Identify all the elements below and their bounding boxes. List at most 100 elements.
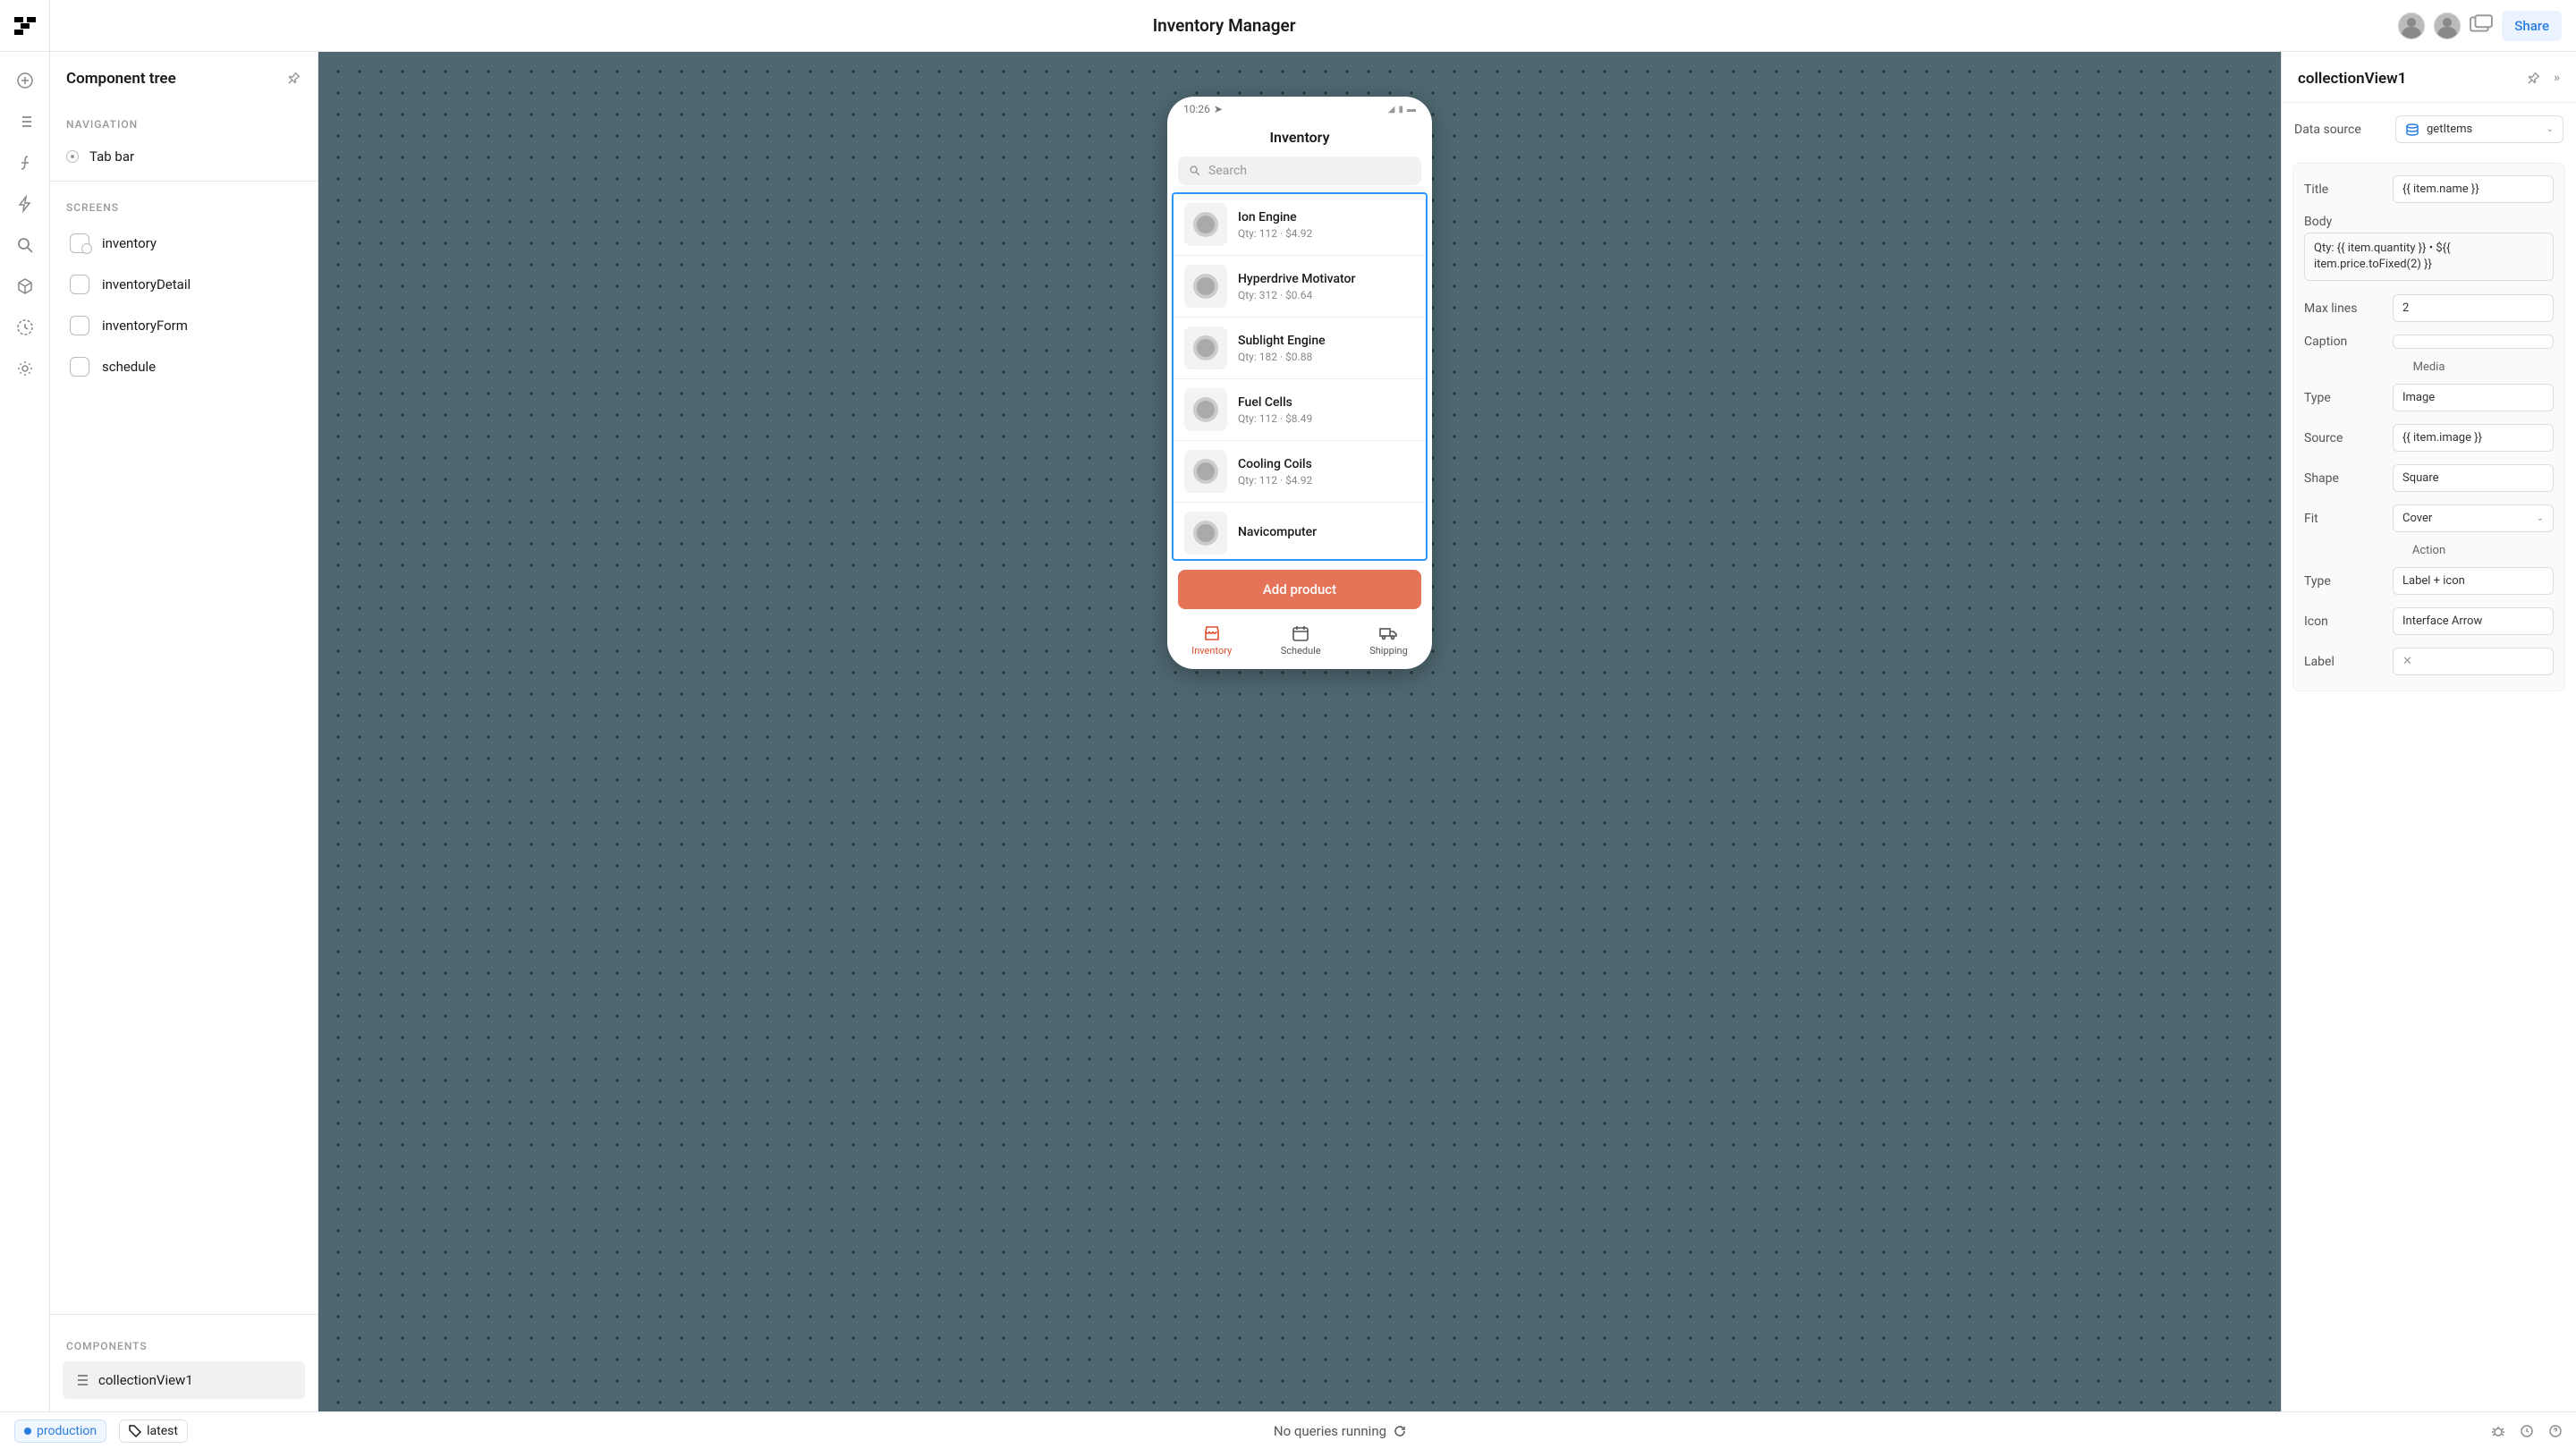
search-glyph-icon bbox=[1189, 165, 1201, 177]
pin-icon[interactable] bbox=[2521, 67, 2544, 89]
component-collectionView1[interactable]: collectionView1 bbox=[63, 1361, 305, 1399]
tab-label: Schedule bbox=[1281, 645, 1321, 657]
list-item[interactable]: Ion Engine Qty: 112 · $4.92 bbox=[1174, 194, 1426, 256]
gear-icon[interactable] bbox=[16, 360, 34, 377]
datasource-select[interactable]: getItems ⌄ bbox=[2395, 115, 2563, 143]
item-thumbnail bbox=[1184, 512, 1227, 555]
list-item[interactable]: Hyperdrive Motivator Qty: 312 · $0.64 bbox=[1174, 256, 1426, 318]
item-thumbnail bbox=[1184, 326, 1227, 369]
title-input[interactable]: {{ item.name }} bbox=[2393, 175, 2554, 203]
screen-inventory[interactable]: inventory bbox=[50, 223, 318, 264]
inspector-title: collectionView1 bbox=[2298, 70, 2406, 88]
caption-input[interactable] bbox=[2393, 335, 2554, 349]
body-input[interactable]: Qty: {{ item.quantity }} • ${{ item.pric… bbox=[2304, 233, 2554, 281]
add-product-button[interactable]: Add product bbox=[1178, 570, 1421, 609]
nav-item-label: Tab bar bbox=[89, 148, 134, 165]
search-input[interactable]: Search bbox=[1178, 157, 1421, 185]
env-dot-icon bbox=[24, 1428, 31, 1435]
list-item[interactable]: Fuel Cells Qty: 112 · $8.49 bbox=[1174, 379, 1426, 441]
action-group-header: Action bbox=[2293, 538, 2564, 561]
list-glyph-icon bbox=[73, 1374, 89, 1386]
status-icons: ◢▮▬ bbox=[1388, 105, 1416, 114]
screen-inventoryDetail[interactable]: inventoryDetail bbox=[50, 264, 318, 305]
action-icon-label: Icon bbox=[2304, 614, 2328, 629]
item-subtitle: Qty: 312 · $0.64 bbox=[1238, 289, 1355, 301]
queries-status: No queries running bbox=[1274, 1423, 1386, 1439]
item-subtitle: Qty: 182 · $0.88 bbox=[1238, 351, 1326, 363]
screen-label: inventoryForm bbox=[102, 318, 188, 334]
version-label: latest bbox=[147, 1424, 178, 1438]
phone-screen-title: Inventory bbox=[1167, 122, 1432, 157]
tab-label: Inventory bbox=[1191, 645, 1232, 657]
tab-label: Shipping bbox=[1369, 645, 1408, 657]
list-item[interactable]: Navicomputer bbox=[1174, 503, 1426, 561]
search-icon[interactable] bbox=[16, 236, 34, 254]
database-icon bbox=[2405, 123, 2419, 136]
refresh-icon[interactable] bbox=[1394, 1425, 1406, 1437]
screen-inventoryForm[interactable]: inventoryForm bbox=[50, 305, 318, 346]
list-icon[interactable] bbox=[16, 113, 34, 131]
tab-inventory[interactable]: Inventory bbox=[1191, 625, 1232, 657]
pin-icon[interactable] bbox=[282, 67, 304, 89]
tab-shipping[interactable]: Shipping bbox=[1369, 625, 1408, 657]
action-label-label: Label bbox=[2304, 655, 2334, 669]
component-label: collectionView1 bbox=[98, 1372, 193, 1388]
media-fit-select[interactable]: Cover ⌄ bbox=[2393, 504, 2554, 532]
screen-label: inventoryDetail bbox=[102, 276, 191, 292]
list-item[interactable]: Cooling Coils Qty: 112 · $4.92 bbox=[1174, 441, 1426, 503]
bolt-icon[interactable] bbox=[16, 195, 34, 213]
location-arrow-icon: ➤ bbox=[1214, 103, 1223, 115]
app-logo[interactable] bbox=[0, 0, 50, 51]
datasource-label: Data source bbox=[2294, 123, 2361, 137]
action-type-label: Type bbox=[2304, 574, 2331, 589]
env-pill[interactable]: production bbox=[14, 1419, 106, 1443]
add-icon[interactable] bbox=[16, 72, 34, 89]
media-type-select[interactable]: Image bbox=[2393, 384, 2554, 411]
left-panel-title: Component tree bbox=[66, 70, 176, 88]
store-icon bbox=[1203, 625, 1221, 641]
share-button[interactable]: Share bbox=[2502, 11, 2562, 41]
chevron-down-icon: ⌄ bbox=[2546, 124, 2554, 134]
clock-icon[interactable] bbox=[2521, 1425, 2533, 1437]
item-subtitle: Qty: 112 · $4.92 bbox=[1238, 227, 1312, 240]
screens-label: SCREENS bbox=[50, 189, 318, 223]
search-placeholder: Search bbox=[1208, 164, 1247, 178]
action-type-select[interactable]: Label + icon bbox=[2393, 567, 2554, 595]
maxlines-input[interactable]: 2 bbox=[2393, 294, 2554, 322]
screen-schedule[interactable]: schedule bbox=[50, 346, 318, 387]
maxlines-label: Max lines bbox=[2304, 301, 2357, 316]
bug-icon[interactable] bbox=[2492, 1425, 2504, 1437]
item-name: Sublight Engine bbox=[1238, 334, 1326, 348]
item-thumbnail bbox=[1184, 388, 1227, 431]
history-icon[interactable] bbox=[16, 318, 34, 336]
item-thumbnail bbox=[1184, 450, 1227, 493]
preview-icon[interactable] bbox=[2470, 14, 2493, 38]
version-pill[interactable]: latest bbox=[119, 1419, 188, 1443]
nav-item-tabbar[interactable]: Tab bar bbox=[50, 140, 318, 174]
help-icon[interactable] bbox=[2549, 1425, 2562, 1437]
list-item[interactable]: Sublight Engine Qty: 182 · $0.88 bbox=[1174, 318, 1426, 379]
item-name: Fuel Cells bbox=[1238, 395, 1312, 410]
datasource-value: getItems bbox=[2427, 123, 2472, 136]
chevron-down-icon: ⌄ bbox=[2537, 513, 2544, 523]
media-shape-select[interactable]: Square bbox=[2393, 464, 2554, 492]
function-icon[interactable] bbox=[16, 154, 34, 172]
media-source-input[interactable]: {{ item.image }} bbox=[2393, 424, 2554, 452]
collection-view-selected[interactable]: collectionView1 Ion Engine Qty: 112 · $4… bbox=[1172, 192, 1428, 561]
screen-icon bbox=[70, 357, 89, 377]
navigation-label: NAVIGATION bbox=[50, 106, 318, 140]
design-canvas[interactable]: 10:26 ➤ ◢▮▬ Inventory Search collectionV… bbox=[318, 52, 2281, 1411]
action-icon-select[interactable]: Interface Arrow bbox=[2393, 607, 2554, 635]
user-avatar-2[interactable] bbox=[2434, 13, 2461, 39]
tab-schedule[interactable]: Schedule bbox=[1281, 625, 1321, 657]
action-label-input[interactable]: ✕ bbox=[2393, 648, 2554, 675]
user-avatar-1[interactable] bbox=[2398, 13, 2425, 39]
cube-icon[interactable] bbox=[16, 277, 34, 295]
selection-label: collectionView1 bbox=[1172, 192, 1262, 194]
media-source-label: Source bbox=[2304, 431, 2343, 445]
media-shape-label: Shape bbox=[2304, 471, 2339, 486]
tag-icon bbox=[129, 1425, 141, 1437]
item-name: Navicomputer bbox=[1238, 525, 1317, 539]
phone-time: 10:26 bbox=[1183, 103, 1210, 115]
expand-icon[interactable]: » bbox=[2554, 71, 2560, 87]
